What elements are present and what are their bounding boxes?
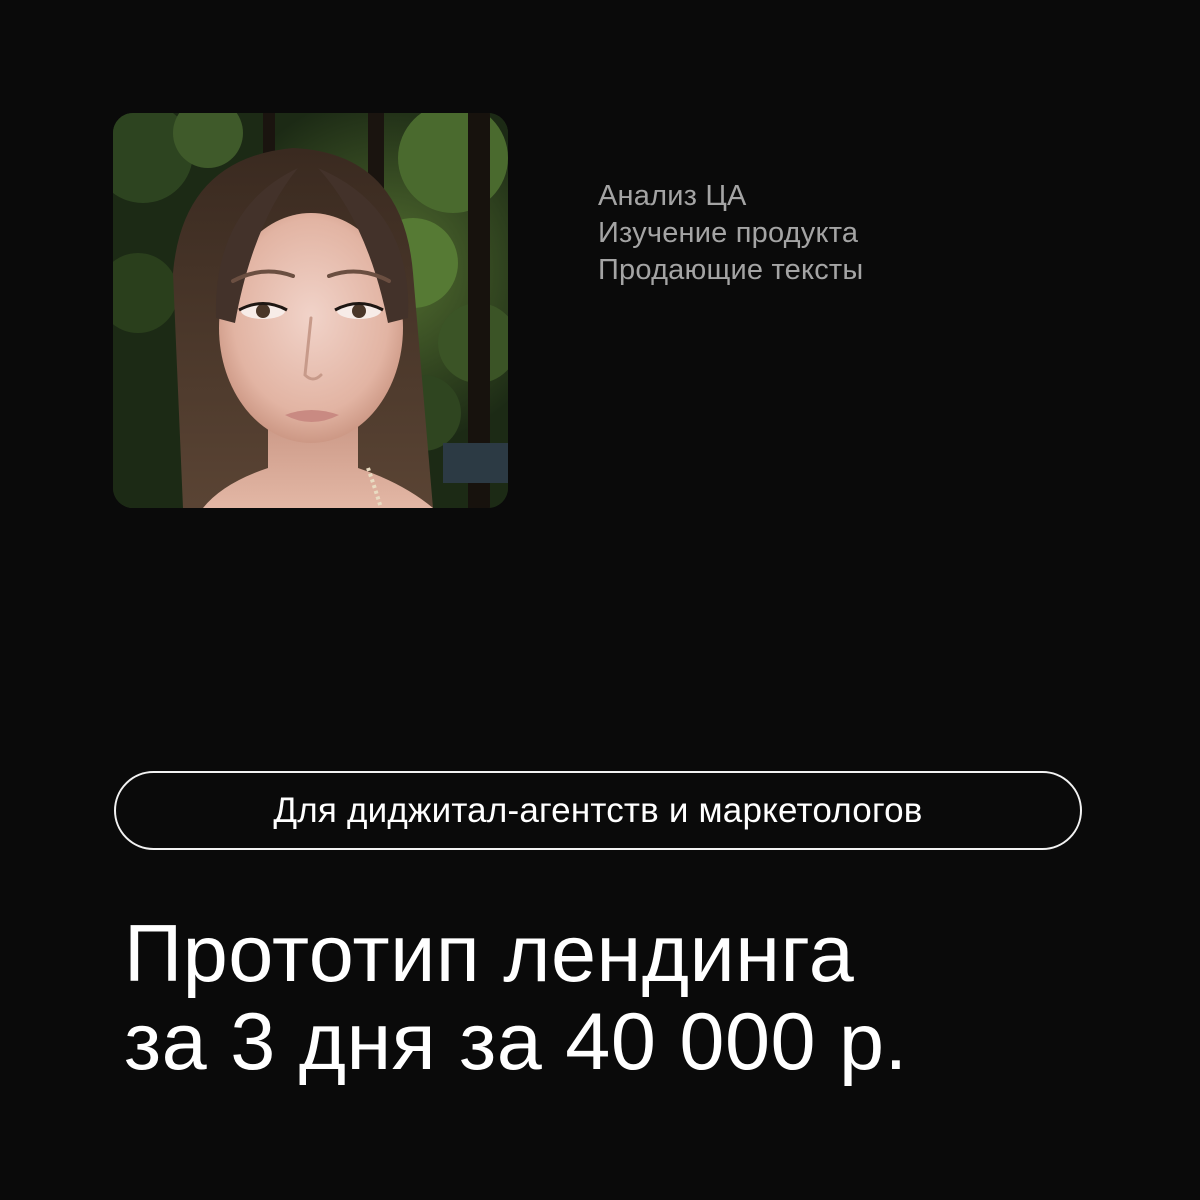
- services-list: Анализ ЦА Изучение продукта Продающие те…: [598, 178, 863, 289]
- audience-tag: Для диджитал-агентств и маркетологов: [114, 771, 1082, 850]
- headline-line-1: Прототип лендинга: [124, 909, 855, 999]
- audience-tag-label: Для диджитал-агентств и маркетологов: [273, 790, 923, 830]
- service-item: Изучение продукта: [598, 217, 859, 249]
- headline-line-2: за 3 дня за 40 000 р.: [124, 997, 908, 1087]
- service-item: Продающие тексты: [598, 254, 864, 286]
- author-photo: [113, 113, 508, 508]
- headline: Прототип лендинга за 3 дня за 40 000 р.: [124, 910, 908, 1086]
- service-item: Анализ ЦА: [598, 180, 747, 212]
